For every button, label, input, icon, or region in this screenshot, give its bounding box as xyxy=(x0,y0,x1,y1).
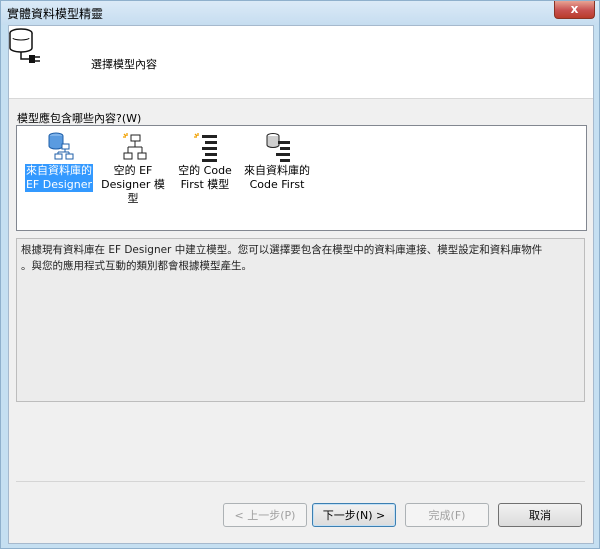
wizard-window: 實體資料模型精靈 x 選擇模型內容 模型應包含哪些內容?(W) 來自資料庫的 E… xyxy=(0,0,600,549)
empty-diagram-icon xyxy=(123,133,147,160)
option-label: 來自資料庫的 Code First xyxy=(244,164,310,191)
option-empty-ef-designer[interactable]: 空的 EF Designer 模型 xyxy=(97,132,169,206)
database-diagram-icon xyxy=(48,132,74,160)
option-label: 來自資料庫的 EF Designer xyxy=(24,164,94,192)
window-title: 實體資料模型精靈 xyxy=(7,7,104,21)
previous-button[interactable]: < 上一步(P) xyxy=(223,503,307,527)
title-bar: 實體資料模型精靈 x xyxy=(1,1,599,25)
close-button[interactable]: x xyxy=(554,1,595,19)
page-title: 選擇模型內容 xyxy=(91,58,157,71)
wizard-client-area: 選擇模型內容 模型應包含哪些內容?(W) 來自資料庫的EF Designer xyxy=(8,25,594,544)
description-text: 根據現有資料庫在 EF Designer 中建立模型。您可以選擇要包含在模型中的… xyxy=(16,238,585,402)
close-icon: x xyxy=(570,2,579,16)
model-content-list: 來自資料庫的 EF Designer 空的 EF Designer 模型 空的 … xyxy=(16,125,587,231)
database-code-first-icon xyxy=(266,133,290,162)
model-content-label: 模型應包含哪些內容?(W) xyxy=(17,112,142,125)
empty-code-first-icon xyxy=(194,133,217,162)
cancel-button[interactable]: 取消 xyxy=(498,503,582,527)
finish-button[interactable]: 完成(F) xyxy=(405,503,489,527)
option-label: 空的 Code First 模型 xyxy=(178,164,232,191)
header-panel: 選擇模型內容 xyxy=(9,26,593,99)
database-connection-icon xyxy=(9,28,40,63)
option-empty-code-first[interactable]: 空的 Code First 模型 xyxy=(169,132,241,192)
footer-divider xyxy=(16,481,585,482)
next-button[interactable]: 下一步(N) > xyxy=(312,503,396,527)
option-code-first-from-database[interactable]: 來自資料庫的 Code First xyxy=(241,132,313,192)
option-ef-designer-from-database[interactable]: 來自資料庫的 EF Designer xyxy=(23,132,95,192)
option-label: 空的 EF Designer 模型 xyxy=(101,164,165,205)
